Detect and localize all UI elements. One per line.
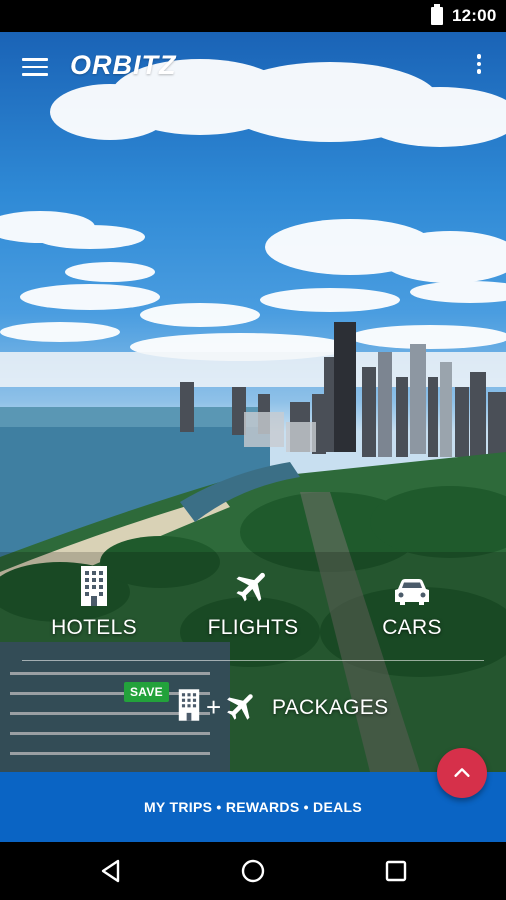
chevron-up-icon	[454, 768, 470, 777]
expand-up-fab[interactable]	[437, 748, 487, 798]
hotels-button[interactable]: HOTELS	[46, 560, 142, 640]
hero-background-image	[0, 32, 506, 772]
hotels-label: HOTELS	[51, 616, 137, 639]
triangle-back-icon[interactable]	[96, 856, 126, 886]
hamburger-menu-icon[interactable]	[22, 58, 48, 76]
status-bar: 12:00	[0, 0, 506, 32]
my-trips-rewards-deals-bar[interactable]: MY TRIPS • REWARDS • DEALS	[0, 772, 506, 842]
status-time: 12:00	[452, 6, 497, 25]
airplane-icon	[236, 572, 265, 602]
city-skyline-photo	[0, 59, 506, 772]
airplane-icon	[227, 694, 253, 720]
packages-button[interactable]: SAVE + PACKAGES	[120, 678, 400, 738]
battery-icon	[431, 4, 443, 25]
system-nav-bar	[0, 842, 506, 900]
car-icon	[395, 579, 429, 605]
circle-home-icon[interactable]	[238, 856, 268, 886]
save-badge: SAVE	[124, 682, 169, 702]
orbitz-logo: ORBITZ	[70, 50, 177, 80]
square-recents-icon[interactable]	[381, 856, 411, 886]
building-icon	[178, 689, 200, 721]
plus-sign: +	[206, 692, 222, 722]
cars-label: CARS	[382, 616, 442, 639]
flights-button[interactable]: FLIGHTS	[203, 560, 303, 640]
divider	[22, 660, 484, 661]
building-icon	[81, 566, 107, 606]
more-vert-icon[interactable]	[472, 54, 486, 78]
bottom-bar-label: MY TRIPS • REWARDS • DEALS	[143, 799, 363, 815]
packages-label: PACKAGES	[272, 696, 389, 719]
cars-button[interactable]: CARS	[372, 560, 452, 640]
flights-label: FLIGHTS	[207, 616, 299, 639]
